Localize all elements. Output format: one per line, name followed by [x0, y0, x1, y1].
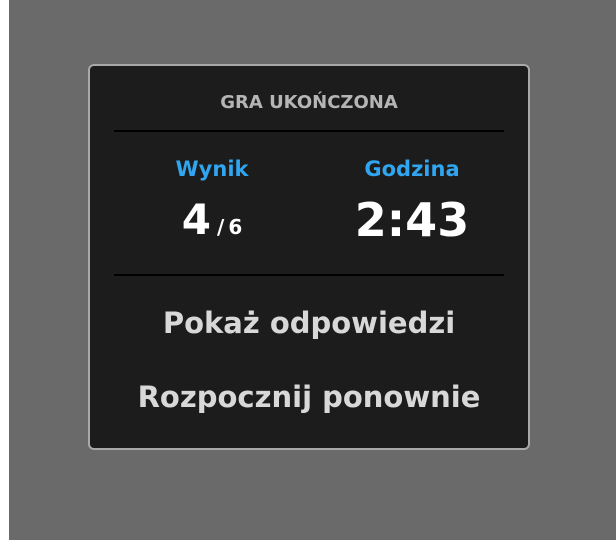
score-stat: Wynik 4/6: [132, 152, 292, 250]
score-value: 4/6: [132, 190, 292, 250]
time-stat: Godzina 2:43: [332, 152, 492, 250]
time-value: 2:43: [354, 193, 470, 247]
score-separator: /: [217, 215, 225, 239]
score-label: Wynik: [175, 157, 249, 181]
score-correct: 4: [181, 195, 211, 244]
restart-button[interactable]: Rozpocznij ponownie: [90, 380, 528, 414]
score-total: 6: [228, 215, 243, 239]
stats-divider: [114, 274, 504, 276]
game-over-dialog: GRA UKOŃCZONA Wynik 4/6 Godzina 2:43 Pok…: [88, 64, 530, 450]
show-answers-button[interactable]: Pokaż odpowiedzi: [90, 306, 528, 340]
title-divider: [114, 130, 504, 132]
time-label: Godzina: [364, 157, 460, 181]
dialog-title: GRA UKOŃCZONA: [220, 92, 398, 113]
